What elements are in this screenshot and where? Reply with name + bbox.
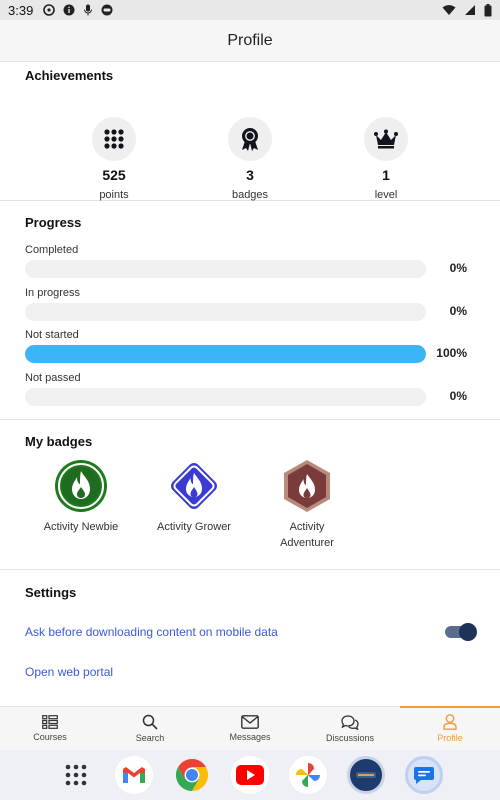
mask-status-icon xyxy=(101,4,113,16)
progress-percent: 0% xyxy=(449,261,467,275)
badges-value: 3 xyxy=(246,167,254,183)
discussions-icon xyxy=(341,714,359,730)
crown-icon xyxy=(364,117,408,161)
info-status-icon xyxy=(63,4,75,16)
progress-row-in-progress: In progress 0% xyxy=(25,287,475,330)
progress-label: Not started xyxy=(25,329,79,341)
download-prompt-toggle[interactable] xyxy=(445,623,477,641)
achievement-level: 1 level xyxy=(351,117,421,201)
progress-row-not-started: Not started 100% xyxy=(25,329,475,372)
tab-courses[interactable]: Courses xyxy=(0,707,100,750)
my-badges-section: My badges Activity Newbie Activity Growe… xyxy=(0,420,500,570)
signal-icon xyxy=(465,5,475,15)
progress-bar-fill xyxy=(25,345,426,363)
app-header: Profile xyxy=(0,20,500,62)
tab-label: Profile xyxy=(437,733,463,743)
progress-row-completed: Completed 0% xyxy=(25,244,475,287)
achievement-points: 525 points xyxy=(79,117,149,201)
progress-row-not-passed: Not passed 0% xyxy=(25,372,475,415)
settings-heading: Settings xyxy=(25,585,77,600)
progress-bar xyxy=(25,260,426,278)
tab-label: Search xyxy=(135,733,165,743)
flame-badge-icon xyxy=(284,460,330,512)
progress-label: In progress xyxy=(25,286,81,299)
badge-activity-newbie[interactable]: Activity Newbie xyxy=(31,459,131,535)
badge-activity-grower[interactable]: Activity Grower xyxy=(144,459,244,535)
badge-activity-adventurer[interactable]: Activity Adventurer xyxy=(257,459,357,551)
photos-icon[interactable] xyxy=(289,756,327,794)
gear-status-icon xyxy=(43,4,56,16)
status-bar: 3:39 xyxy=(0,0,500,20)
bottom-nav: Courses Search Messages Discussions Prof… xyxy=(0,706,500,750)
flame-badge-icon xyxy=(55,460,107,512)
progress-bar xyxy=(25,345,426,363)
tab-label: Messages xyxy=(229,732,271,742)
web-portal-row: Open web portal xyxy=(25,652,475,692)
achievements-section: Achievements 525 points 3 badges 1 level xyxy=(0,62,500,201)
toggle-knob xyxy=(459,623,477,641)
tab-search[interactable]: Search xyxy=(100,707,200,750)
level-value: 1 xyxy=(382,167,390,183)
tab-label: Courses xyxy=(33,732,67,742)
progress-percent: 0% xyxy=(449,303,467,318)
progress-label: Completed xyxy=(25,244,79,256)
battery-icon xyxy=(484,3,492,16)
badge-name: Activity Newbie xyxy=(43,521,119,533)
tab-label: Discussions xyxy=(325,732,374,743)
status-time: 3:39 xyxy=(8,2,34,18)
achievement-badges: 3 badges xyxy=(215,117,285,201)
progress-bar xyxy=(25,302,426,321)
search-icon xyxy=(142,714,158,730)
download-prompt-row: Ask before downloading content on mobile… xyxy=(25,612,477,652)
dots-grid-icon xyxy=(92,117,136,161)
download-prompt-label[interactable]: Ask before downloading content on mobile… xyxy=(25,625,278,639)
app-drawer-icon[interactable] xyxy=(57,756,95,794)
flame-badge-icon xyxy=(171,463,217,509)
wifi-icon xyxy=(442,5,456,15)
moodle-app-icon[interactable] xyxy=(347,756,385,794)
progress-section: Progress Completed 0% In progress 0% Not… xyxy=(0,201,500,420)
profile-content[interactable]: Achievements 525 points 3 badges 1 level… xyxy=(0,62,500,706)
courses-icon xyxy=(42,715,58,729)
page-title: Profile xyxy=(227,31,273,49)
messages-app-icon[interactable] xyxy=(405,756,443,794)
achievements-heading: Achievements xyxy=(25,68,114,83)
badge-name: Activity Adventurer xyxy=(280,521,334,549)
settings-section: Settings Ask before downloading content … xyxy=(0,570,500,692)
chrome-icon[interactable] xyxy=(173,756,211,794)
tab-messages[interactable]: Messages xyxy=(200,707,300,750)
mic-status-icon xyxy=(84,4,93,16)
open-web-portal-link[interactable]: Open web portal xyxy=(25,665,113,679)
tab-discussions[interactable]: Discussions xyxy=(300,707,400,750)
progress-percent: 100% xyxy=(436,346,467,360)
points-label: points xyxy=(99,189,129,201)
progress-bar xyxy=(25,387,426,406)
progress-percent: 0% xyxy=(449,388,467,403)
badges-label: badges xyxy=(231,189,269,201)
badge-name: Activity Grower xyxy=(157,521,231,533)
tab-profile[interactable]: Profile xyxy=(400,706,500,750)
youtube-icon[interactable] xyxy=(231,756,269,794)
android-dock xyxy=(0,750,500,800)
progress-label: Not passed xyxy=(25,371,81,384)
mail-icon xyxy=(241,715,259,729)
gmail-icon[interactable] xyxy=(115,756,153,794)
progress-heading: Progress xyxy=(25,215,82,230)
my-badges-heading: My badges xyxy=(25,434,93,449)
medal-icon xyxy=(228,117,272,161)
level-label: level xyxy=(374,189,398,201)
person-icon xyxy=(443,714,457,730)
points-value: 525 xyxy=(102,167,126,183)
